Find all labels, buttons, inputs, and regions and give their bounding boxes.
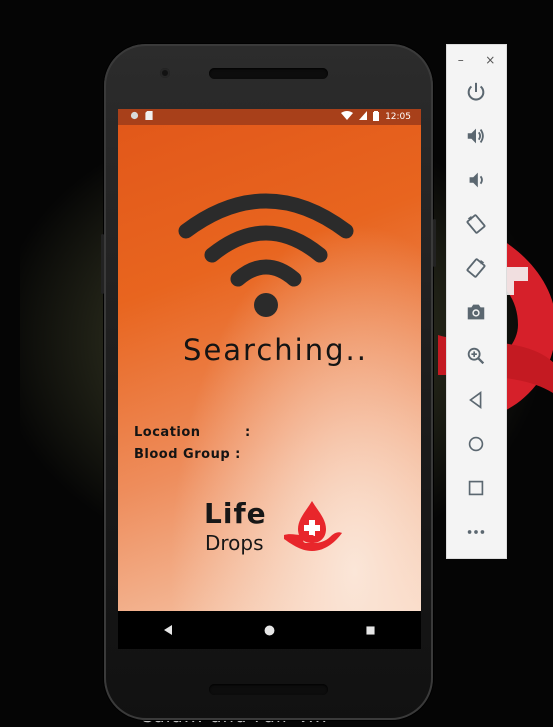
nav-back-button[interactable]: [159, 620, 179, 640]
emulator-control-panel: – ×: [447, 45, 506, 558]
clock-text: 12:05: [385, 112, 411, 122]
volume-up-icon: [467, 128, 484, 144]
location-colon: :: [245, 425, 251, 440]
screenshot-button[interactable]: [461, 297, 491, 327]
rotate-left-icon: [466, 214, 486, 234]
volume-up-button[interactable]: [461, 121, 491, 151]
phone-device-frame: 12:05 Searching.. Location : Blood Group…: [101, 44, 436, 720]
wifi-searching-icon: [178, 193, 354, 317]
nav-home-button[interactable]: [260, 620, 280, 640]
back-icon: [469, 391, 482, 409]
cell-signal-icon: [359, 111, 368, 123]
overview-icon: [468, 480, 484, 496]
phone-side-button: [101, 234, 104, 294]
top-speaker-grille: [209, 68, 328, 79]
bottom-speaker-grille: [209, 684, 328, 695]
nav-overview-button[interactable]: [361, 620, 381, 640]
panel-window-controls: – ×: [447, 51, 506, 69]
rotate-right-icon: [466, 258, 486, 278]
camera-icon: [467, 304, 485, 320]
life-drops-logo: Life Drops: [204, 497, 354, 561]
overview-button[interactable]: [461, 473, 491, 503]
close-button[interactable]: ×: [485, 53, 495, 67]
wifi-signal-icon: [341, 111, 354, 123]
rotate-left-button[interactable]: [461, 209, 491, 239]
phone-screen: 12:05 Searching.. Location : Blood Group…: [118, 109, 421, 649]
more-icon: [467, 530, 485, 534]
battery-icon: [373, 110, 380, 124]
volume-down-button[interactable]: [461, 165, 491, 195]
sync-icon: [130, 111, 139, 123]
logo-text-life: Life: [204, 497, 267, 530]
app-screen: Searching.. Location : Blood Group : Lif…: [118, 125, 421, 611]
zoom-icon: [467, 347, 485, 365]
searching-status-text: Searching..: [183, 333, 368, 367]
home-icon: [468, 436, 484, 452]
location-label: Location: [134, 425, 201, 440]
android-nav-bar: [118, 611, 421, 649]
minimize-button[interactable]: –: [458, 53, 464, 67]
phone-side-button: [433, 219, 436, 267]
location-row: Location :: [134, 425, 274, 440]
power-button[interactable]: [461, 77, 491, 107]
home-button[interactable]: [461, 429, 491, 459]
status-bar: 12:05: [118, 109, 421, 125]
more-button[interactable]: [461, 517, 491, 547]
sd-card-icon: [145, 111, 153, 123]
zoom-button[interactable]: [461, 341, 491, 371]
logo-text-drops: Drops: [205, 531, 264, 555]
blood-drop-hand-icon: [284, 501, 342, 551]
rotate-right-button[interactable]: [461, 253, 491, 283]
blood-group-label: Blood Group :: [134, 447, 241, 462]
power-icon: [467, 82, 485, 101]
front-camera: [160, 68, 170, 78]
back-button[interactable]: [461, 385, 491, 415]
blood-group-row: Blood Group :: [134, 447, 241, 462]
volume-down-icon: [469, 172, 483, 188]
